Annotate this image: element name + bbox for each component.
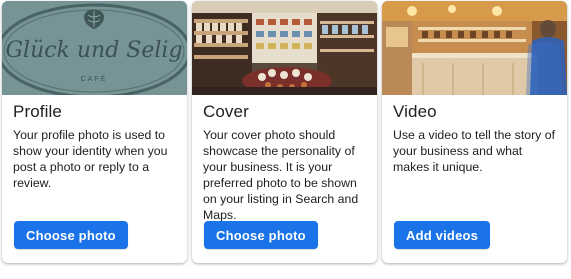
video-description: Use a video to tell the story of your bu… xyxy=(393,128,555,174)
shop-interior-image xyxy=(192,1,377,95)
cover-title: Cover xyxy=(203,102,249,121)
logo-subtext: CAFÉ xyxy=(81,74,108,83)
video-preview xyxy=(382,1,567,95)
cover-photo-preview xyxy=(192,1,377,95)
choose-profile-photo-button[interactable]: Choose photo xyxy=(14,221,128,249)
video-card: Video Use a video to tell the story of y… xyxy=(382,1,567,263)
choose-cover-photo-button[interactable]: Choose photo xyxy=(204,221,318,249)
profile-card: Glück und Selig CAFÉ Profile Your profil… xyxy=(2,1,187,263)
cover-description: Your cover photo should showcase the per… xyxy=(203,128,359,222)
add-videos-button[interactable]: Add videos xyxy=(394,221,491,249)
cafe-logo-image: Glück und Selig CAFÉ xyxy=(2,1,187,95)
profile-description: Your profile photo is used to show your … xyxy=(13,128,168,190)
video-title: Video xyxy=(393,102,437,121)
media-options: Glück und Selig CAFÉ Profile Your profil… xyxy=(0,0,571,279)
profile-title: Profile xyxy=(13,102,62,121)
cover-card: Cover Your cover photo should showcase t… xyxy=(192,1,377,263)
profile-photo-preview: Glück und Selig CAFÉ xyxy=(2,1,187,95)
cafe-counter-image xyxy=(382,1,567,95)
logo-script-text: Glück und Selig xyxy=(5,38,182,63)
